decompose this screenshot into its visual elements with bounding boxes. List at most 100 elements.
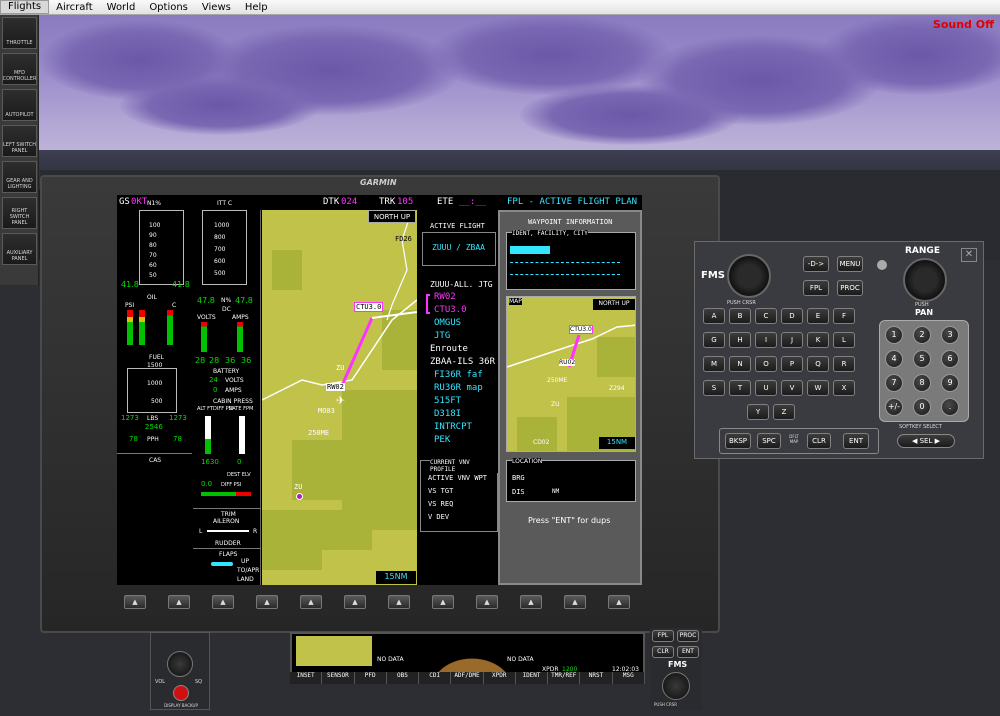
softkey-11[interactable]: ▲ xyxy=(564,595,586,609)
mfd-controller-button[interactable]: MFD CONTROLLER xyxy=(2,53,37,85)
spc-key[interactable]: SPC xyxy=(757,433,781,449)
close-icon[interactable]: ✕ xyxy=(961,248,977,262)
menu-options[interactable]: Options xyxy=(142,2,195,13)
letter-key[interactable]: Z xyxy=(773,404,795,420)
letter-key[interactable]: N xyxy=(729,356,751,372)
autopilot-button[interactable]: AUTOPILOT xyxy=(2,89,37,121)
number-key[interactable]: +/- xyxy=(885,398,903,416)
mini-fms-knob[interactable] xyxy=(662,672,690,700)
letter-key[interactable]: I xyxy=(755,332,777,348)
facility-field[interactable] xyxy=(510,262,620,263)
letter-key[interactable]: X xyxy=(833,380,855,396)
letter-key[interactable]: B xyxy=(729,308,751,324)
number-key[interactable]: 9 xyxy=(941,374,959,392)
letter-key[interactable]: J xyxy=(781,332,803,348)
softkey-10[interactable]: ▲ xyxy=(520,595,542,609)
menu-flights[interactable]: Flights xyxy=(0,0,50,14)
menu-aircraft[interactable]: Aircraft xyxy=(49,2,100,13)
number-key[interactable]: 4 xyxy=(885,350,903,368)
menu-help[interactable]: Help xyxy=(238,2,275,13)
letter-key[interactable]: U xyxy=(755,380,777,396)
number-key[interactable]: 8 xyxy=(913,374,931,392)
letter-key[interactable]: O xyxy=(755,356,777,372)
sensor-softkey[interactable]: SENSOR xyxy=(322,672,355,684)
inset-softkey[interactable]: INSET xyxy=(290,672,323,684)
softkey-6[interactable]: ▲ xyxy=(344,595,366,609)
letter-key[interactable]: Q xyxy=(807,356,829,372)
softkey-2[interactable]: ▲ xyxy=(168,595,190,609)
softkey-9[interactable]: ▲ xyxy=(476,595,498,609)
letter-key[interactable]: D xyxy=(781,308,803,324)
throttle-panel-button[interactable]: THROTTLE xyxy=(2,17,37,49)
waypoint-item[interactable]: PEK xyxy=(434,435,450,445)
letter-key[interactable]: F xyxy=(833,308,855,324)
waypoint-item[interactable]: RU36R map xyxy=(434,383,483,393)
letter-key[interactable]: H xyxy=(729,332,751,348)
mini-proc-key[interactable]: PROC xyxy=(677,630,699,642)
ent-key[interactable]: ENT xyxy=(843,433,869,449)
cdi-softkey[interactable]: CDI xyxy=(419,672,452,684)
number-key[interactable]: 6 xyxy=(941,350,959,368)
menu-key[interactable]: MENU xyxy=(837,256,863,272)
proc-key[interactable]: PROC xyxy=(837,280,863,296)
xpdr-softkey[interactable]: XPDR xyxy=(484,672,516,684)
msg-softkey[interactable]: MSG xyxy=(613,672,645,684)
right-switch-panel-button[interactable]: RIGHT SWITCH PANEL xyxy=(2,197,37,229)
softkey-3[interactable]: ▲ xyxy=(212,595,234,609)
mini-clr-key[interactable]: CLR xyxy=(652,646,674,658)
waypoint-map-range[interactable]: 15NM xyxy=(599,437,635,449)
number-key[interactable]: 7 xyxy=(885,374,903,392)
nrst-softkey[interactable]: NRST xyxy=(580,672,613,684)
auxiliary-panel-button[interactable]: AUXILIARY PANEL xyxy=(2,233,37,265)
tmr-ref-softkey[interactable]: TMR/REF xyxy=(548,672,581,684)
letter-key[interactable]: T xyxy=(729,380,751,396)
number-key[interactable]: 2 xyxy=(913,326,931,344)
fpl-key[interactable]: FPL xyxy=(803,280,829,296)
number-key[interactable]: . xyxy=(941,398,959,416)
softkey-4[interactable]: ▲ xyxy=(256,595,278,609)
letter-key[interactable]: W xyxy=(807,380,829,396)
softkey-7[interactable]: ▲ xyxy=(388,595,410,609)
waypoint-item[interactable]: CTU3.0 xyxy=(434,305,467,315)
letter-key[interactable]: M xyxy=(703,356,725,372)
map-range[interactable]: 15NM xyxy=(376,571,416,584)
letter-key[interactable]: A xyxy=(703,308,725,324)
number-key[interactable]: 5 xyxy=(913,350,931,368)
menu-world[interactable]: World xyxy=(100,2,143,13)
waypoint-item[interactable]: 515FT xyxy=(434,396,461,406)
display-backup-button[interactable] xyxy=(173,685,189,701)
number-key[interactable]: 0 xyxy=(913,398,931,416)
bksp-key[interactable]: BKSP xyxy=(725,433,751,449)
mini-fpl-key[interactable]: FPL xyxy=(652,630,674,642)
letter-key[interactable]: R xyxy=(833,356,855,372)
fms-knob[interactable] xyxy=(727,254,771,298)
letter-key[interactable]: V xyxy=(781,380,803,396)
softkey-5[interactable]: ▲ xyxy=(300,595,322,609)
letter-key[interactable]: Y xyxy=(747,404,769,420)
softkey-1[interactable]: ▲ xyxy=(124,595,146,609)
letter-key[interactable]: K xyxy=(807,332,829,348)
mini-ent-key[interactable]: ENT xyxy=(677,646,699,658)
ident-cursor[interactable] xyxy=(510,246,550,254)
letter-key[interactable]: G xyxy=(703,332,725,348)
waypoint-item[interactable]: FI36R faf xyxy=(434,370,483,380)
menu-views[interactable]: Views xyxy=(195,2,238,13)
left-switch-panel-button[interactable]: LEFT SWITCH PANEL xyxy=(2,125,37,157)
number-key[interactable]: 3 xyxy=(941,326,959,344)
ident-softkey[interactable]: IDENT xyxy=(516,672,549,684)
letter-key[interactable]: E xyxy=(807,308,829,324)
letter-key[interactable]: L xyxy=(833,332,855,348)
pfd-softkey[interactable]: PFD xyxy=(355,672,387,684)
letter-key[interactable]: P xyxy=(781,356,803,372)
softkey-8[interactable]: ▲ xyxy=(432,595,454,609)
softkey-12[interactable]: ▲ xyxy=(608,595,630,609)
waypoint-item[interactable]: JTG xyxy=(434,331,450,341)
waypoint-item[interactable]: D318I xyxy=(434,409,461,419)
letter-key[interactable]: C xyxy=(755,308,777,324)
softkey-select-rocker[interactable]: ◀ SEL ▶ xyxy=(897,434,955,448)
letter-key[interactable]: S xyxy=(703,380,725,396)
waypoint-item[interactable]: RW02 xyxy=(434,292,456,302)
waypoint-item[interactable]: INTRCPT xyxy=(434,422,472,432)
number-key[interactable]: 1 xyxy=(885,326,903,344)
volume-knob[interactable] xyxy=(167,651,193,677)
